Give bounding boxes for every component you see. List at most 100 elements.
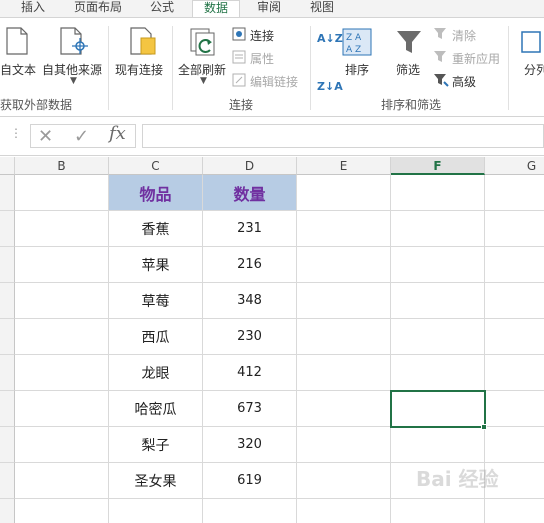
grid-cell[interactable] (297, 247, 391, 283)
grid-cell[interactable] (391, 247, 485, 283)
column-header-e[interactable]: E (297, 157, 391, 175)
row-header[interactable] (0, 319, 15, 355)
grid-cell[interactable] (297, 391, 391, 427)
grid-cell[interactable] (203, 499, 297, 523)
table-cell-item[interactable]: 草莓 (109, 283, 203, 319)
grid-cell[interactable] (15, 247, 109, 283)
refresh-dropdown-icon[interactable]: ▼ (200, 76, 207, 86)
grid-cell[interactable] (391, 499, 485, 523)
column-header-b[interactable]: B (15, 157, 109, 175)
advanced-button[interactable]: 高级 (452, 73, 476, 90)
table-cell-quantity[interactable]: 216 (203, 247, 297, 283)
grid-cell[interactable] (485, 391, 544, 427)
table-cell-item[interactable]: 梨子 (109, 427, 203, 463)
grid-cell[interactable] (391, 283, 485, 319)
grid-cell[interactable] (15, 427, 109, 463)
table-cell-item[interactable]: 哈密瓜 (109, 391, 203, 427)
grid-cell[interactable] (297, 319, 391, 355)
row-header[interactable] (0, 211, 15, 247)
table-cell-quantity[interactable]: 230 (203, 319, 297, 355)
table-header-item[interactable]: 物品 (109, 175, 203, 211)
row-header[interactable] (0, 175, 15, 211)
grid-cell[interactable] (485, 355, 544, 391)
grid-cell[interactable] (297, 355, 391, 391)
grid-cell[interactable] (15, 499, 109, 523)
table-cell-item[interactable]: 香蕉 (109, 211, 203, 247)
grid-cell[interactable] (15, 211, 109, 247)
grid-cell[interactable] (15, 391, 109, 427)
text-to-columns-icon[interactable] (520, 28, 544, 56)
tab-review[interactable]: 审阅 (246, 0, 292, 17)
text-to-columns-button[interactable]: 分列 (524, 61, 544, 78)
active-cell[interactable] (390, 390, 486, 428)
grid-cell[interactable] (297, 463, 391, 499)
chevron-down-icon[interactable]: ▼ (70, 76, 77, 86)
grid-cell[interactable] (391, 355, 485, 391)
grid-cell[interactable] (15, 355, 109, 391)
reapply-button[interactable]: 重新应用 (452, 50, 500, 67)
table-cell-quantity[interactable]: 673 (203, 391, 297, 427)
row-header[interactable] (0, 283, 15, 319)
grid-cell[interactable] (297, 499, 391, 523)
grid-cell[interactable] (297, 211, 391, 247)
grid-cell[interactable] (15, 283, 109, 319)
grid-cell[interactable] (109, 499, 203, 523)
row-header[interactable] (0, 463, 15, 499)
table-header-quantity[interactable]: 数量 (203, 175, 297, 211)
column-header-g[interactable]: G (485, 157, 544, 175)
filter-button[interactable]: 筛选 (396, 61, 420, 78)
table-cell-quantity[interactable]: 348 (203, 283, 297, 319)
text-file-icon[interactable] (4, 26, 30, 56)
existing-connections-button[interactable]: 现有连接 (115, 61, 163, 78)
insert-function-button[interactable]: fx (109, 123, 126, 144)
tab-data[interactable]: 数据 (192, 0, 240, 18)
row-header[interactable] (0, 247, 15, 283)
row-header[interactable] (0, 427, 15, 463)
sort-button[interactable]: 排序 (345, 61, 369, 78)
refresh-all-icon[interactable] (188, 26, 220, 56)
tab-insert[interactable]: 插入 (12, 0, 54, 17)
grid-cell[interactable] (15, 175, 109, 211)
connections-button[interactable]: 连接 (250, 27, 274, 44)
tab-page-layout[interactable]: 页面布局 (66, 0, 130, 17)
filter-icon[interactable] (395, 28, 423, 56)
grid-cell[interactable] (391, 427, 485, 463)
grid-cell[interactable] (391, 211, 485, 247)
grid-cell[interactable] (485, 247, 544, 283)
grid-cell[interactable] (15, 319, 109, 355)
table-cell-quantity[interactable]: 412 (203, 355, 297, 391)
column-header-f[interactable]: F (391, 157, 485, 175)
grid-cell[interactable] (15, 463, 109, 499)
properties-button[interactable]: 属性 (250, 50, 274, 67)
grid-cell[interactable] (485, 427, 544, 463)
grid-cell[interactable] (485, 499, 544, 523)
table-cell-quantity[interactable]: 231 (203, 211, 297, 247)
clear-button[interactable]: 清除 (452, 27, 476, 44)
sort-descending-icon[interactable]: Z↓A (317, 80, 343, 93)
column-header-c[interactable]: C (109, 157, 203, 175)
row-header[interactable] (0, 499, 15, 523)
edit-links-button[interactable]: 编辑链接 (250, 73, 298, 90)
table-cell-quantity[interactable]: 619 (203, 463, 297, 499)
cancel-icon[interactable]: ✕ (38, 126, 53, 147)
table-cell-item[interactable]: 龙眼 (109, 355, 203, 391)
grid-cell[interactable] (485, 319, 544, 355)
grid-cell[interactable] (391, 175, 485, 211)
table-cell-item[interactable]: 圣女果 (109, 463, 203, 499)
sort-icon[interactable]: Z A A Z (342, 28, 372, 56)
fill-handle[interactable] (481, 424, 487, 430)
tab-view[interactable]: 视图 (300, 0, 344, 17)
existing-connections-icon[interactable] (128, 26, 158, 56)
other-sources-icon[interactable] (58, 26, 90, 56)
grid-cell[interactable] (297, 427, 391, 463)
enter-icon[interactable]: ✓ (74, 126, 89, 147)
row-header[interactable] (0, 391, 15, 427)
from-text-button[interactable]: 自文本 (0, 61, 36, 78)
grid-cell[interactable] (391, 319, 485, 355)
grid-cell[interactable] (485, 175, 544, 211)
table-cell-item[interactable]: 苹果 (109, 247, 203, 283)
row-header[interactable] (0, 355, 15, 391)
column-header-d[interactable]: D (203, 157, 297, 175)
row-header-corner[interactable] (0, 157, 15, 175)
table-cell-quantity[interactable]: 320 (203, 427, 297, 463)
